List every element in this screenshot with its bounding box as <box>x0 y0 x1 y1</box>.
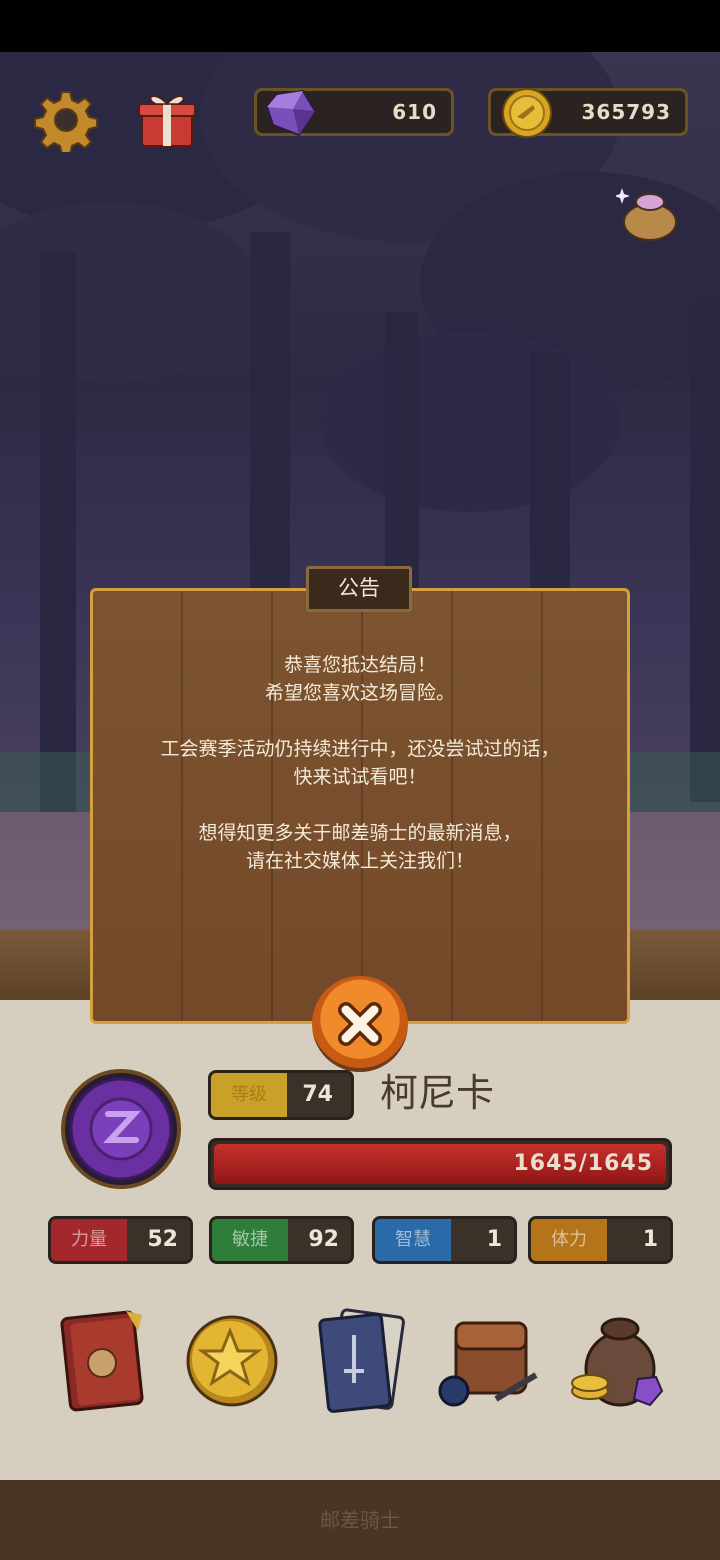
star-coin-icon[interactable] <box>184 1305 280 1415</box>
journal-book-icon[interactable] <box>58 1305 154 1415</box>
stat-wisdom: 智慧 1 <box>372 1216 517 1264</box>
hp-bar: 1645/1645 <box>208 1138 672 1190</box>
gem-count: 610 <box>392 100 437 124</box>
stat-stamina: 体力 1 <box>528 1216 673 1264</box>
level-label: 等级 <box>211 1073 287 1117</box>
coin-count: 365793 <box>581 100 671 124</box>
announcement-line: 希望您喜欢这场冒险。 <box>264 682 455 704</box>
purple-gem-icon <box>263 85 319 141</box>
treasure-pouch-icon[interactable] <box>614 180 680 244</box>
announcement-line: 工会赛季活动仍持续进行中，还没尝试过的话， <box>160 738 560 760</box>
stat-strength: 力量 52 <box>48 1216 193 1264</box>
settings-gear-icon[interactable] <box>34 88 98 155</box>
status-bar <box>0 0 720 52</box>
stat-label: 敏捷 <box>212 1219 288 1261</box>
stat-value: 92 <box>308 1227 339 1252</box>
announcement-line: 想得知更多关于邮差骑士的最新消息， <box>198 822 522 844</box>
gold-coin-icon <box>501 87 553 139</box>
gem-counter[interactable]: 610 <box>254 88 454 137</box>
close-button[interactable] <box>312 976 408 1072</box>
stat-value: 52 <box>147 1227 178 1252</box>
level-badge: 等级 74 <box>208 1070 354 1120</box>
stat-value: 1 <box>642 1227 658 1252</box>
close-icon <box>332 996 388 1052</box>
stat-label: 体力 <box>531 1219 607 1261</box>
level-value: 74 <box>302 1082 333 1107</box>
stat-label: 力量 <box>51 1219 127 1261</box>
stat-value: 1 <box>486 1227 502 1252</box>
character-name: 柯尼卡 <box>380 1071 495 1115</box>
dialog-title: 公告 <box>338 576 380 600</box>
stat-agility: 敏捷 92 <box>209 1216 354 1264</box>
announcement-line: 快来试试看吧！ <box>293 766 427 788</box>
treasure-bag-icon[interactable] <box>568 1305 668 1415</box>
backpack-icon[interactable] <box>436 1305 546 1415</box>
coin-counter[interactable]: 365793 <box>488 87 688 139</box>
character-emblem-avatar[interactable] <box>60 1068 182 1190</box>
gift-box-icon[interactable] <box>134 86 200 152</box>
hp-value: 1645/1645 <box>513 1151 653 1176</box>
footer-title: 邮差骑士 <box>320 1508 400 1532</box>
stat-label: 智慧 <box>375 1219 451 1261</box>
announcement-line: 恭喜您抵达结局！ <box>283 654 436 676</box>
announcement-line: 请在社交媒体上关注我们！ <box>245 850 474 872</box>
card-deck-icon[interactable] <box>314 1305 410 1415</box>
